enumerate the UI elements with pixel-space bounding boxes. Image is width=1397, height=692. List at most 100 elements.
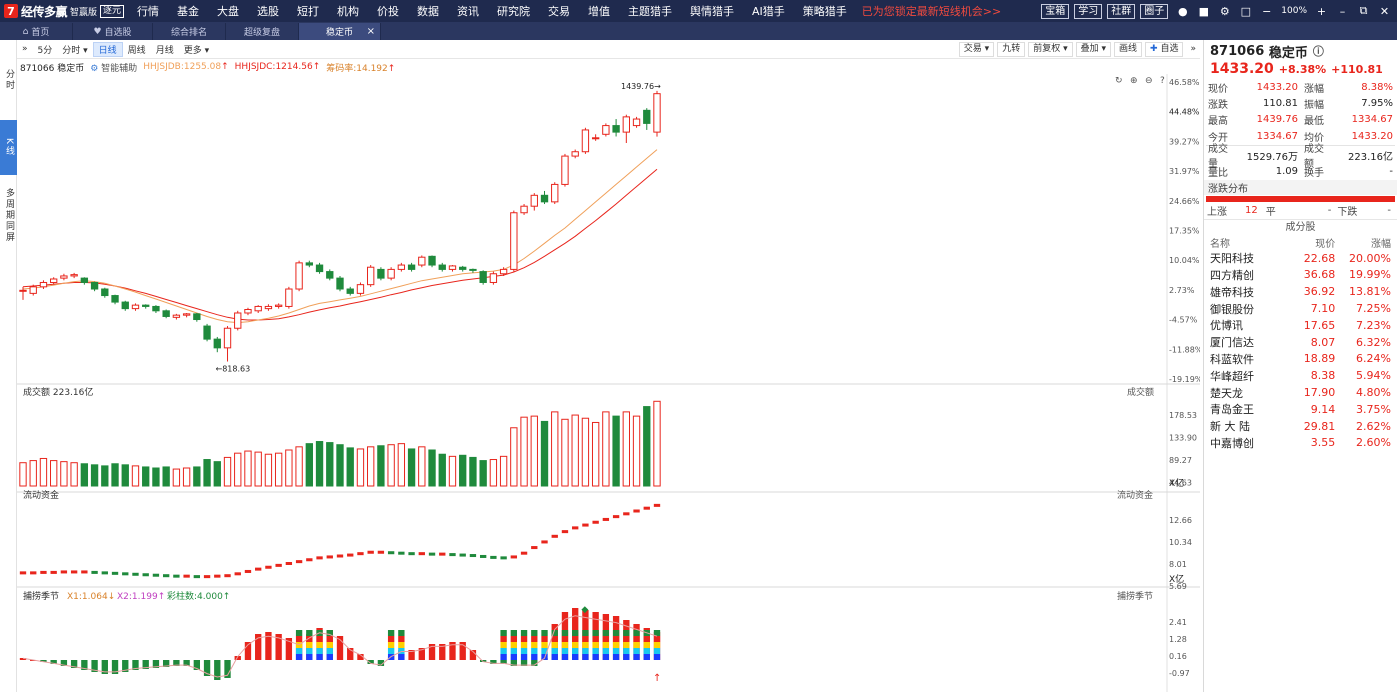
treasure-button[interactable]: 宝箱 <box>1041 3 1070 19</box>
menu-item-3[interactable]: 选股 <box>248 3 288 19</box>
candle-body <box>571 151 579 157</box>
circle-button[interactable]: 圈子 <box>1140 3 1169 19</box>
component-row[interactable]: 厦门信达 8.07 6.32% <box>1204 334 1397 351</box>
candle-body <box>121 301 129 310</box>
smart-assist[interactable]: ⚙ 智能辅助 <box>90 61 137 74</box>
fund-mark <box>643 506 650 510</box>
color-stack <box>398 630 405 636</box>
left-nav: 分时 K线 多周期同屏 <box>0 40 17 692</box>
nav-kline[interactable]: K线 <box>0 120 17 175</box>
adjust-button[interactable]: 前复权 ▾ <box>1028 42 1073 57</box>
menu-item-9[interactable]: 研究院 <box>488 3 539 19</box>
volume-bar <box>142 466 150 487</box>
component-row[interactable]: 青岛金王 9.14 3.75% <box>1204 401 1397 418</box>
menu-item-10[interactable]: 交易 <box>539 3 579 19</box>
candle-body <box>111 295 119 303</box>
color-stack <box>531 642 538 648</box>
nav-timeshare[interactable]: 分时 <box>0 40 17 120</box>
menu-item-4[interactable]: 短打 <box>288 3 328 19</box>
collapse-icon[interactable]: » <box>17 44 33 54</box>
fund-mark <box>510 555 518 559</box>
tab-close-icon[interactable]: × <box>367 26 375 37</box>
draw-button[interactable]: 画线 <box>1114 42 1143 57</box>
app-name: 经传多赢 <box>21 4 68 19</box>
menu-item-13[interactable]: 舆情猎手 <box>681 3 743 19</box>
nine-turn-button[interactable]: 九转 <box>997 42 1026 57</box>
volume-bar <box>111 463 119 487</box>
tab-watchlist[interactable]: ♥ 自选股 <box>73 23 153 40</box>
menu-item-6[interactable]: 价投 <box>368 3 408 19</box>
community-button[interactable]: 社群 <box>1107 3 1136 19</box>
expand-icon[interactable]: » <box>1186 43 1200 56</box>
period-monthly[interactable]: 月线 <box>151 43 179 56</box>
menu-item-15[interactable]: 策略猎手 <box>794 3 856 19</box>
price-tick: -4.57% <box>1169 316 1198 325</box>
component-row[interactable]: 华峰超纤 8.38 5.94% <box>1204 367 1397 384</box>
close-icon[interactable]: ✕ <box>1378 5 1391 18</box>
menu-item-5[interactable]: 机构 <box>328 3 368 19</box>
component-row[interactable]: 雄帝科技 36.92 13.81% <box>1204 283 1397 300</box>
menu-item-0[interactable]: 行情 <box>128 3 168 19</box>
learn-button[interactable]: 学习 <box>1074 3 1103 19</box>
zoom-in-icon[interactable]: + <box>1315 5 1328 18</box>
menu-item-8[interactable]: 资讯 <box>448 3 488 19</box>
component-row[interactable]: 楚天龙 17.90 4.80% <box>1204 384 1397 401</box>
nav-multi-period[interactable]: 多周期同屏 <box>0 175 17 255</box>
menu-item-11[interactable]: 增值 <box>579 3 619 19</box>
fund-mark <box>255 567 262 571</box>
promo-link[interactable]: 已为您锁定最新短线机会>> <box>862 3 1001 19</box>
user-icon[interactable]: ● <box>1176 5 1189 18</box>
candle-body <box>653 93 661 133</box>
minimize-icon[interactable]: – <box>1336 5 1349 18</box>
period-daily[interactable]: 日线 <box>92 41 123 57</box>
candle-body <box>305 262 313 266</box>
candle-body <box>336 277 344 290</box>
color-stack <box>306 642 313 648</box>
period-timeshare[interactable]: 分时 ▾ <box>57 43 92 56</box>
menu-item-14[interactable]: AI猎手 <box>743 3 794 19</box>
menu-item-12[interactable]: 主题猎手 <box>619 3 681 19</box>
chart-area[interactable]: 46.58% 44.48% 39.27% 31.97% 24.66% 17.35% 10.0… <box>17 74 1200 692</box>
component-row[interactable]: 新 大 陆 29.81 2.62% <box>1204 418 1397 435</box>
color-stack <box>653 636 661 642</box>
menu-item-1[interactable]: 基金 <box>168 3 208 19</box>
period-5m[interactable]: 5分 <box>33 43 58 56</box>
period-more[interactable]: 更多 ▾ <box>179 43 214 56</box>
candle-body <box>80 277 89 283</box>
volume-bar <box>193 466 201 487</box>
component-row[interactable]: 中嘉博创 3.55 2.60% <box>1204 435 1397 452</box>
tab-home[interactable]: ⌂ 首页 <box>0 23 73 40</box>
component-row[interactable]: 四方精创 36.68 19.99% <box>1204 267 1397 284</box>
app-edition: 智赢版 <box>70 7 98 18</box>
info-icon[interactable]: ⓘ <box>1313 43 1324 59</box>
fund-mark <box>459 553 466 557</box>
add-watch-button[interactable]: ✚ 自选 <box>1145 42 1184 57</box>
osc-tick: -0.97 <box>1169 669 1190 678</box>
component-row[interactable]: 科蓝软件 18.89 6.24% <box>1204 351 1397 368</box>
candle-body <box>264 305 273 310</box>
app-logo[interactable]: 7 经传多赢 智赢版 逐元 <box>0 3 128 20</box>
component-row[interactable]: 优博讯 17.65 7.23% <box>1204 317 1397 334</box>
menu-item-7[interactable]: 数据 <box>408 3 448 19</box>
window-icon[interactable]: □ <box>1239 5 1252 18</box>
menu-item-2[interactable]: 大盘 <box>208 3 248 19</box>
volume-bar <box>387 444 395 487</box>
volume-bar <box>561 418 569 487</box>
trade-button[interactable]: 交易 ▾ <box>958 42 995 57</box>
maximize-icon[interactable]: ⧉ <box>1357 4 1370 18</box>
color-stack <box>633 636 640 642</box>
component-row[interactable]: 天阳科技 22.68 20.00% <box>1204 250 1397 267</box>
zoom-out-icon[interactable]: − <box>1260 5 1273 18</box>
tab-review[interactable]: 超级复盘 <box>226 23 299 40</box>
fund-mark <box>326 555 333 559</box>
tab-ranking[interactable]: 综合排名 <box>153 23 226 40</box>
overlay-button[interactable]: 叠加 ▾ <box>1075 42 1112 57</box>
color-stack <box>561 630 569 636</box>
tab-stablecoin[interactable]: 稳定币 × <box>299 23 381 40</box>
period-weekly[interactable]: 周线 <box>123 43 151 56</box>
color-stack <box>295 654 303 660</box>
lock-icon[interactable]: ■ <box>1197 5 1210 18</box>
gear-icon[interactable]: ⚙ <box>1218 5 1231 18</box>
volume-bar <box>653 400 661 487</box>
component-row[interactable]: 御银股份 7.10 7.25% <box>1204 300 1397 317</box>
